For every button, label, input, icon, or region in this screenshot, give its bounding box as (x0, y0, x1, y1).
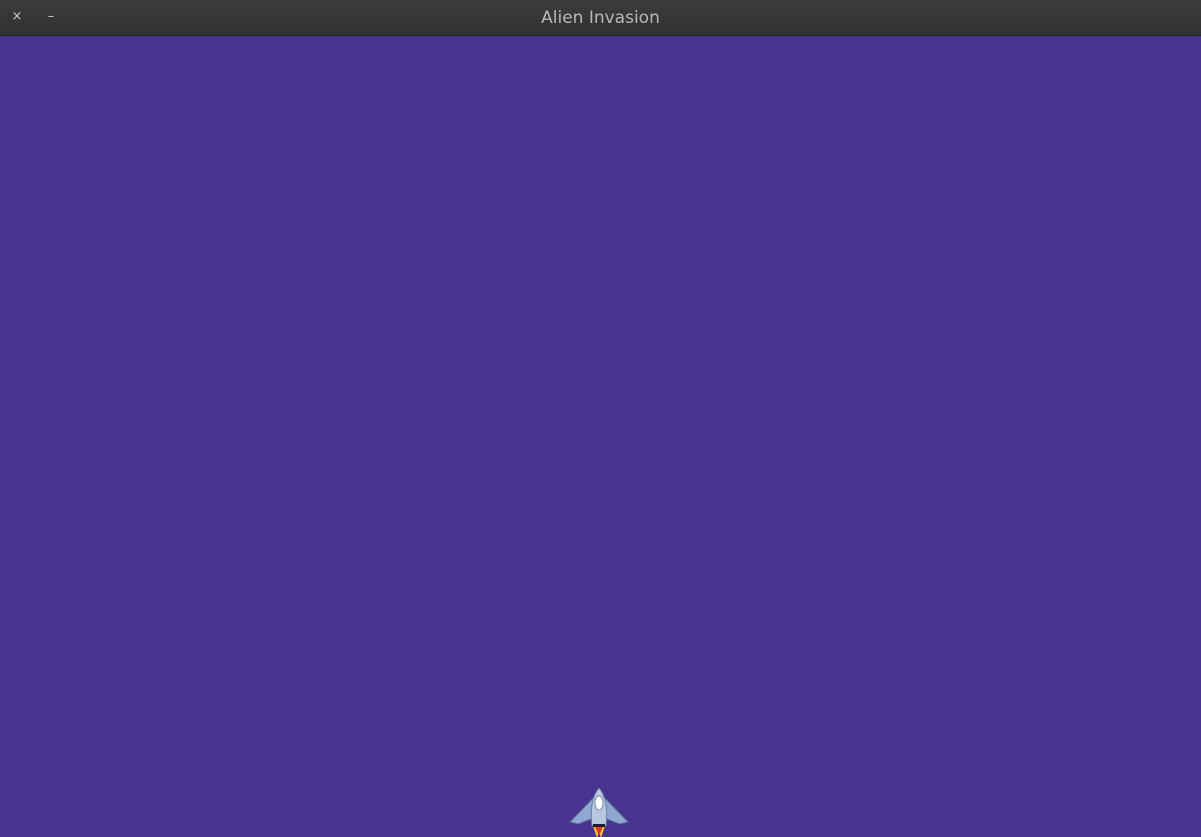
close-button[interactable]: × (7, 7, 27, 27)
minimize-button[interactable]: – (41, 7, 61, 27)
window-titlebar[interactable]: × – Alien Invasion (0, 0, 1201, 36)
rocket-ship-icon (569, 788, 629, 837)
game-window: × – Alien Invasion (0, 0, 1201, 837)
game-canvas[interactable] (0, 36, 1201, 837)
window-title: Alien Invasion (541, 8, 660, 28)
